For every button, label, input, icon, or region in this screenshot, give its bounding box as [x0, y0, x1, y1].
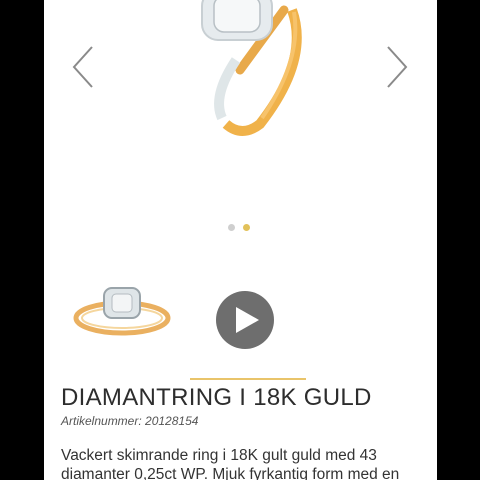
article-number-line: Artikelnummer: 20128154	[61, 414, 198, 428]
chevron-left-icon[interactable]	[70, 44, 96, 90]
product-title: DIAMANTRING I 18K GULD	[61, 384, 372, 411]
title-divider	[190, 378, 306, 380]
image-gallery[interactable]	[44, 0, 437, 240]
thumbnail-strip	[44, 282, 437, 352]
slide-indicator	[228, 224, 250, 231]
ring-thumbnail[interactable]	[70, 282, 174, 342]
chevron-right-icon[interactable]	[384, 44, 410, 90]
play-icon	[236, 307, 259, 333]
slide-dot[interactable]	[228, 224, 235, 231]
ring-main-image	[201, 0, 302, 136]
article-number-label: Artikelnummer:	[61, 414, 142, 428]
product-page: DIAMANTRING I 18K GULD Artikelnummer: 20…	[44, 0, 437, 480]
product-description: Vackert skimrande ring i 18K gult guld m…	[61, 447, 400, 480]
article-number-value: 20128154	[145, 414, 199, 428]
slide-dot-active[interactable]	[243, 224, 250, 231]
play-video-button[interactable]	[216, 291, 274, 349]
